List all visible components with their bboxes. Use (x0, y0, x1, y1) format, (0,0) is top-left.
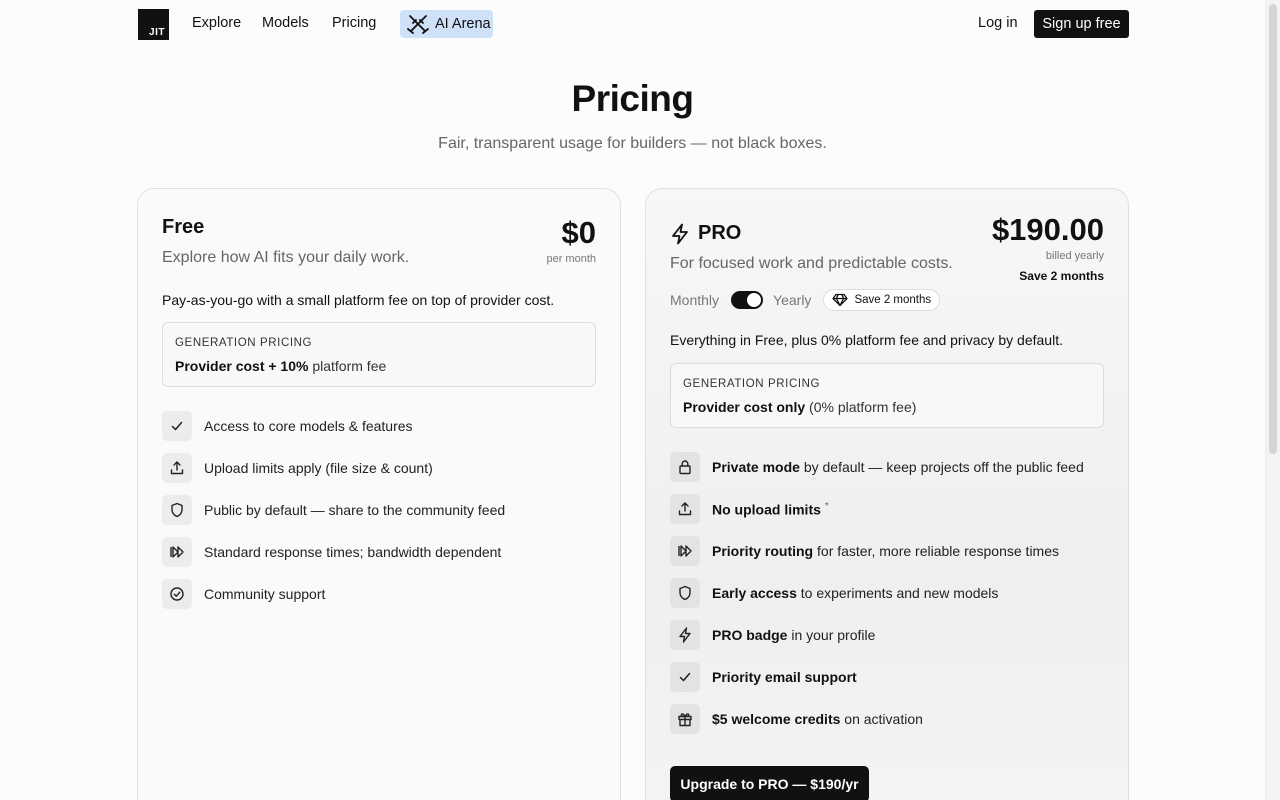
diamond-icon (832, 293, 849, 307)
fast-forward-icon (670, 536, 700, 566)
feature-rest: on activation (840, 711, 923, 727)
list-item: PRO badge in your profile (670, 620, 875, 650)
gen-pricing-bold: Provider cost only (683, 399, 806, 415)
pro-intro: Everything in Free, plus 0% platform fee… (670, 332, 1063, 348)
feature-bold: No upload limits (712, 501, 821, 518)
gen-pricing-value: Provider cost + 10% platform fee (175, 358, 386, 374)
gen-pricing-rest: (0% platform fee) (805, 399, 917, 415)
gift-icon (670, 704, 700, 734)
feature-bold: $5 welcome credits (712, 711, 841, 727)
feature-text: Priority routing for faster, more reliab… (712, 543, 1059, 559)
logo-text: JIT (149, 27, 165, 38)
gen-pricing-bold: Provider cost + 10% (175, 358, 309, 374)
shield-icon (670, 578, 700, 608)
pro-generation-pricing-box: GENERATION PRICING Provider cost only (0… (670, 363, 1104, 428)
gen-pricing-value: Provider cost only (0% platform fee) (683, 399, 916, 415)
nav-explore-link[interactable]: Explore (192, 15, 241, 31)
feature-text: Upload limits apply (file size & count) (204, 460, 433, 476)
lock-icon (670, 452, 700, 482)
nav-ai-arena-link[interactable]: AI Arena (400, 10, 493, 38)
free-plan-card: Free Explore how AI fits your daily work… (137, 188, 621, 800)
save-badge: Save 2 months (823, 289, 941, 311)
feature-text: $5 welcome credits on activation (712, 711, 923, 727)
billing-toggle-row: Monthly Yearly Save 2 months (670, 289, 941, 311)
feature-text: Private mode by default — keep projects … (712, 459, 1084, 475)
feature-text: Early access to experiments and new mode… (712, 585, 998, 601)
upload-icon (162, 453, 192, 483)
page-subtitle: Fair, transparent usage for builders — n… (438, 135, 827, 152)
list-item: Private mode by default — keep projects … (670, 452, 1084, 482)
pro-plan-name: PRO (698, 222, 742, 244)
signup-button[interactable]: Sign up free (1034, 10, 1129, 38)
billing-period-toggle[interactable] (731, 291, 764, 309)
list-item: $5 welcome credits on activation (670, 704, 923, 734)
list-item: Upload limits apply (file size & count) (162, 453, 433, 483)
feature-text: No upload limits * (712, 501, 829, 518)
list-item: Early access to experiments and new mode… (670, 578, 998, 608)
logo[interactable]: JIT (138, 9, 169, 40)
bolt-icon (670, 620, 700, 650)
fast-forward-icon (162, 537, 192, 567)
free-generation-pricing-box: GENERATION PRICING Provider cost + 10% p… (162, 322, 596, 387)
feature-text: PRO badge in your profile (712, 627, 875, 643)
pro-save-note: Save 2 months (1019, 269, 1104, 283)
feature-rest: to experiments and new models (796, 585, 999, 601)
login-link[interactable]: Log in (978, 15, 1018, 31)
free-plan-name: Free (162, 216, 205, 238)
free-price: $0 (561, 215, 596, 250)
feature-text: Access to core models & features (204, 418, 413, 434)
save-badge-text: Save 2 months (854, 294, 932, 306)
feature-bold: PRO badge (712, 627, 788, 643)
check-icon (670, 662, 700, 692)
pro-plan-heading: PRO (670, 222, 741, 245)
feature-text: Standard response times; bandwidth depen… (204, 544, 502, 560)
toggle-knob (747, 293, 762, 307)
upload-icon (670, 494, 700, 524)
list-item: No upload limits * (670, 494, 829, 524)
scrollbar-thumb[interactable] (1269, 4, 1277, 454)
list-item: Access to core models & features (162, 411, 413, 441)
gen-pricing-rest: platform fee (308, 358, 387, 374)
list-item: Community support (162, 579, 325, 609)
footnote-marker: * (824, 500, 829, 512)
pro-plan-card: PRO For focused work and predictable cos… (645, 188, 1129, 800)
upgrade-to-pro-button[interactable]: Upgrade to PRO — $190/yr (670, 766, 869, 800)
free-intro: Pay-as-you-go with a small platform fee … (162, 292, 555, 308)
shield-icon (162, 495, 192, 525)
ai-arena-label: AI Arena (435, 16, 491, 32)
list-item: Priority email support (670, 662, 857, 692)
bolt-icon (672, 223, 688, 244)
feature-rest: in your profile (787, 627, 876, 643)
free-price-note: per month (546, 253, 596, 265)
feature-text: Public by default — share to the communi… (204, 502, 506, 518)
gen-pricing-label: GENERATION PRICING (683, 378, 821, 390)
feature-bold: Priority routing (712, 543, 814, 559)
yearly-label[interactable]: Yearly (773, 292, 811, 308)
nav-models-link[interactable]: Models (262, 15, 309, 31)
top-nav: JIT Explore Models Pricing AI Arena Log … (0, 0, 1280, 48)
crossed-swords-icon (407, 15, 429, 34)
feature-bold: Early access (712, 585, 797, 601)
pro-plan-desc: For focused work and predictable costs. (670, 255, 953, 272)
feature-bold: Priority email support (712, 669, 857, 685)
monthly-label[interactable]: Monthly (670, 292, 719, 308)
list-item: Standard response times; bandwidth depen… (162, 537, 501, 567)
nav-pricing-link[interactable]: Pricing (332, 15, 376, 31)
feature-bold: Private mode (712, 459, 800, 475)
list-item: Public by default — share to the communi… (162, 495, 505, 525)
feature-text: Community support (204, 586, 326, 602)
check-circle-icon (162, 579, 192, 609)
pro-price: $190.00 (991, 212, 1104, 247)
feature-text: Priority email support (712, 669, 857, 685)
pro-price-note: billed yearly (1045, 250, 1104, 262)
feature-rest: for faster, more reliable response times (813, 543, 1060, 559)
page-title: Pricing (571, 78, 694, 119)
free-plan-desc: Explore how AI fits your daily work. (162, 249, 410, 266)
list-item: Priority routing for faster, more reliab… (670, 536, 1059, 566)
gen-pricing-label: GENERATION PRICING (175, 337, 313, 349)
page-scrollbar[interactable] (1265, 0, 1280, 800)
check-icon (162, 411, 192, 441)
feature-rest: by default — keep projects off the publi… (799, 459, 1084, 475)
